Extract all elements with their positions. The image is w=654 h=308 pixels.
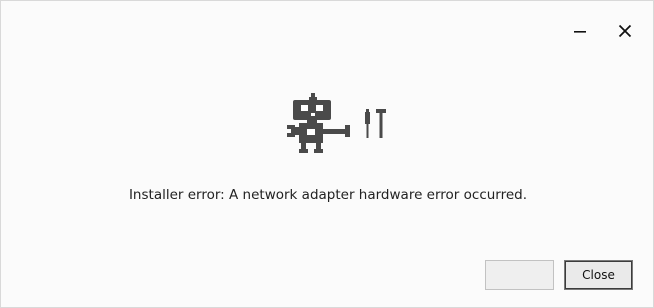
close-icon bbox=[618, 24, 632, 38]
robot-with-tools-icon bbox=[287, 93, 386, 153]
minimize-button[interactable] bbox=[563, 15, 597, 47]
close-button[interactable]: Close bbox=[564, 260, 633, 290]
window-close-button[interactable] bbox=[608, 15, 642, 47]
blank-button[interactable] bbox=[485, 260, 554, 290]
minimize-icon bbox=[574, 31, 586, 33]
installer-error-dialog: Installer error: A network adapter hardw… bbox=[0, 0, 654, 308]
error-message: Installer error: A network adapter hardw… bbox=[128, 187, 528, 203]
